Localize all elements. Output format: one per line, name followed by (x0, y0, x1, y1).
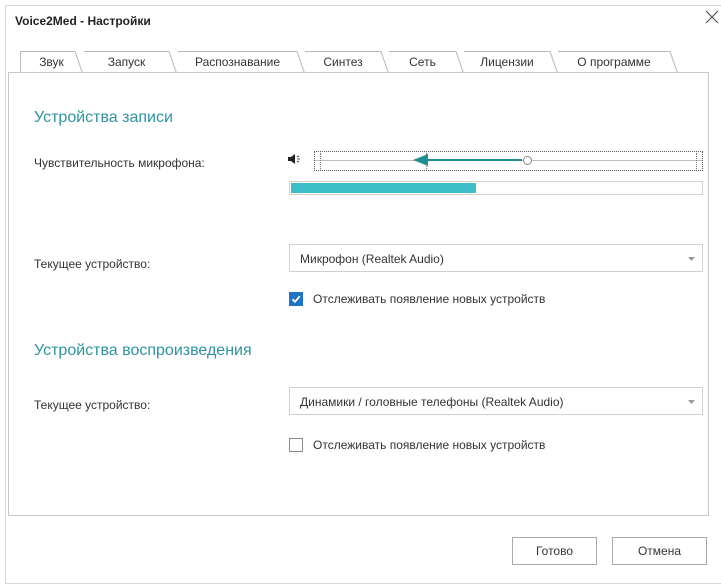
tab-label: Запуск (107, 55, 146, 69)
slider-tick (426, 153, 427, 169)
tab-label: Звук (39, 55, 64, 69)
close-button[interactable] (705, 10, 721, 30)
slider-rail (315, 160, 702, 161)
checkbox-box[interactable] (289, 438, 303, 452)
slider-tick (696, 153, 697, 169)
slider-tick (320, 153, 321, 169)
playback-device-value: Динамики / головные телефоны (Realtek Au… (300, 395, 564, 409)
playback-device-label: Текущее устройство: (34, 398, 151, 412)
slider-thumb[interactable] (523, 156, 532, 165)
tab-label: Распознавание (194, 55, 281, 69)
tab-label: Лицензии (480, 55, 534, 69)
checkbox-box[interactable] (289, 292, 303, 306)
tab-recognition[interactable]: Распознавание (170, 51, 305, 73)
tab-label: Сеть (409, 55, 436, 69)
tab-about[interactable]: О программе (550, 51, 678, 73)
playback-track-new-checkbox[interactable]: Отслеживать появление новых устройств (289, 437, 545, 453)
tab-label: Синтез (323, 55, 363, 69)
tab-synthesis[interactable]: Синтез (297, 51, 389, 73)
input-level-meter (289, 181, 703, 195)
tab-licenses[interactable]: Лицензии (456, 51, 558, 73)
recording-track-new-checkbox[interactable]: Отслеживать появление новых устройств (289, 291, 545, 307)
input-level-fill (291, 183, 476, 193)
tab-strip: Звук Запуск Распознавание Синтез Сеть Ли… (20, 51, 721, 73)
chevron-down-icon (688, 257, 695, 261)
recording-device-label: Текущее устройство: (34, 257, 151, 271)
chevron-down-icon (688, 400, 695, 404)
tab-startup[interactable]: Запуск (76, 51, 177, 73)
playback-device-select[interactable]: Динамики / головные телефоны (Realtek Au… (289, 387, 703, 415)
tab-network[interactable]: Сеть (381, 51, 464, 73)
close-icon (705, 10, 719, 24)
checkmark-icon (291, 295, 301, 304)
sensitivity-label: Чувствительность микрофона: (34, 156, 205, 170)
tab-sound[interactable]: Звук (20, 51, 83, 73)
title-bar: Voice2Med - Настройки (6, 6, 721, 36)
ok-button[interactable]: Готово (512, 537, 597, 565)
recording-device-value: Микрофон (Realtek Audio) (300, 252, 444, 266)
cancel-button[interactable]: Отмена (612, 537, 707, 565)
playback-section-title: Устройства воспроизведения (34, 342, 252, 359)
window-title: Voice2Med - Настройки (15, 14, 151, 28)
checkbox-label: Отслеживать появление новых устройств (313, 438, 546, 452)
recording-section-title: Устройства записи (34, 109, 173, 126)
tab-label: О программе (577, 55, 651, 69)
speaker-icon (288, 154, 300, 164)
recording-device-select[interactable]: Микрофон (Realtek Audio) (289, 244, 703, 272)
mic-sensitivity-slider[interactable] (314, 151, 703, 171)
checkbox-label: Отслеживать появление новых устройств (313, 292, 546, 306)
